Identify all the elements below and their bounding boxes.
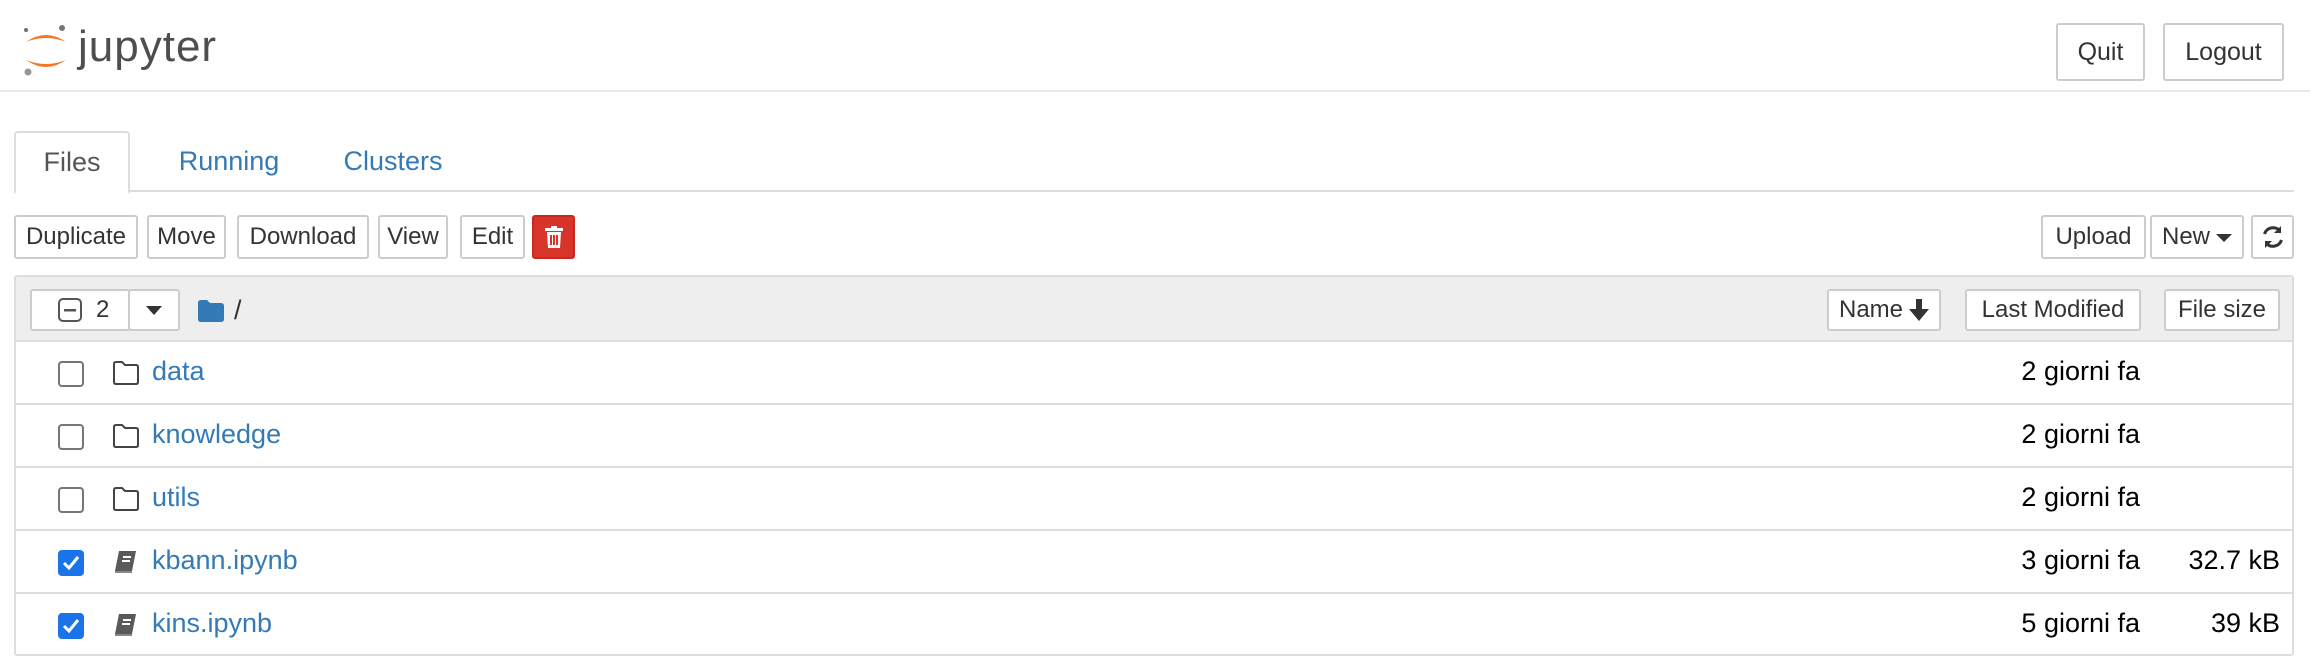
file-name-link[interactable]: utils: [152, 482, 200, 513]
row-checkbox[interactable]: [58, 487, 84, 513]
last-modified: 3 giorni fa: [2021, 545, 2140, 575]
file-list-header: 2 / Name Last Modified File size: [16, 277, 2292, 342]
duplicate-button[interactable]: Duplicate: [14, 215, 138, 259]
list-item[interactable]: kbann.ipynb 3 giorni fa 32.7 kB: [16, 531, 2292, 594]
row-checkbox[interactable]: [58, 361, 84, 387]
sort-name-button[interactable]: Name: [1827, 289, 1941, 331]
download-button[interactable]: Download: [237, 215, 369, 259]
logout-button[interactable]: Logout: [2163, 23, 2284, 81]
list-item[interactable]: data 2 giorni fa: [16, 342, 2292, 405]
indeterminate-checkbox-icon: [58, 298, 82, 322]
edit-button[interactable]: Edit: [460, 215, 525, 259]
selection-menu-button[interactable]: [128, 289, 180, 331]
checkmark-icon: [62, 556, 80, 571]
view-button[interactable]: View: [378, 215, 448, 259]
sort-file-size-button[interactable]: File size: [2164, 289, 2280, 331]
move-button[interactable]: Move: [147, 215, 226, 259]
file-name-link[interactable]: kins.ipynb: [152, 608, 272, 639]
list-item[interactable]: kins.ipynb 5 giorni fa 39 kB: [16, 594, 2292, 657]
row-checkbox[interactable]: [58, 424, 84, 450]
tab-clusters[interactable]: Clusters: [318, 131, 468, 192]
breadcrumb: /: [198, 295, 242, 326]
notebook-icon: [115, 551, 136, 573]
file-size: 32.7 kB: [2188, 545, 2280, 575]
folder-icon[interactable]: [198, 299, 224, 322]
select-all-toggle[interactable]: 2: [30, 289, 130, 331]
arrow-down-icon: [1909, 299, 1930, 321]
row-checkbox[interactable]: [58, 613, 84, 639]
jupyter-logo-icon: [24, 25, 66, 76]
file-name-link[interactable]: kbann.ipynb: [152, 545, 298, 576]
file-name-link[interactable]: knowledge: [152, 419, 281, 450]
refresh-icon: [2262, 226, 2283, 248]
sort-last-modified-button[interactable]: Last Modified: [1965, 289, 2141, 331]
delete-button[interactable]: [532, 215, 575, 259]
last-modified: 2 giorni fa: [2021, 419, 2140, 449]
file-size: 39 kB: [2210, 608, 2280, 638]
sort-name-label: Name: [1839, 296, 1904, 323]
jupyter-logo[interactable]: jupyter: [22, 20, 242, 80]
last-modified: 2 giorni fa: [2021, 482, 2140, 512]
folder-outline-icon: [113, 487, 139, 511]
new-button-label: New: [2162, 223, 2211, 250]
folder-outline-icon: [113, 361, 139, 385]
trash-icon: [544, 226, 563, 248]
breadcrumb-root[interactable]: /: [234, 295, 242, 326]
selected-count: 2: [96, 296, 110, 323]
caret-down-icon: [2216, 234, 2233, 242]
refresh-button[interactable]: [2251, 215, 2294, 259]
list-item[interactable]: knowledge 2 giorni fa: [16, 405, 2292, 468]
notebook-icon: [115, 614, 136, 636]
checkmark-icon: [62, 619, 80, 634]
file-name-link[interactable]: data: [152, 356, 205, 387]
tab-running[interactable]: Running: [154, 131, 304, 192]
last-modified: 5 giorni fa: [2021, 608, 2140, 638]
quit-button[interactable]: Quit: [2056, 23, 2145, 81]
upload-button[interactable]: Upload: [2041, 215, 2146, 259]
file-list: 2 / Name Last Modified File size data 2 …: [14, 275, 2294, 656]
new-dropdown-button[interactable]: New: [2150, 215, 2244, 259]
tab-bar: Files Running Clusters: [14, 131, 2294, 194]
row-checkbox[interactable]: [58, 550, 84, 576]
logo-text: jupyter: [78, 22, 218, 71]
header-bar: jupyter Quit Logout: [0, 0, 2310, 92]
last-modified: 2 giorni fa: [2021, 356, 2140, 386]
list-item[interactable]: utils 2 giorni fa: [16, 468, 2292, 531]
caret-down-icon: [146, 306, 162, 315]
tab-files[interactable]: Files: [14, 131, 130, 194]
folder-outline-icon: [113, 424, 139, 448]
